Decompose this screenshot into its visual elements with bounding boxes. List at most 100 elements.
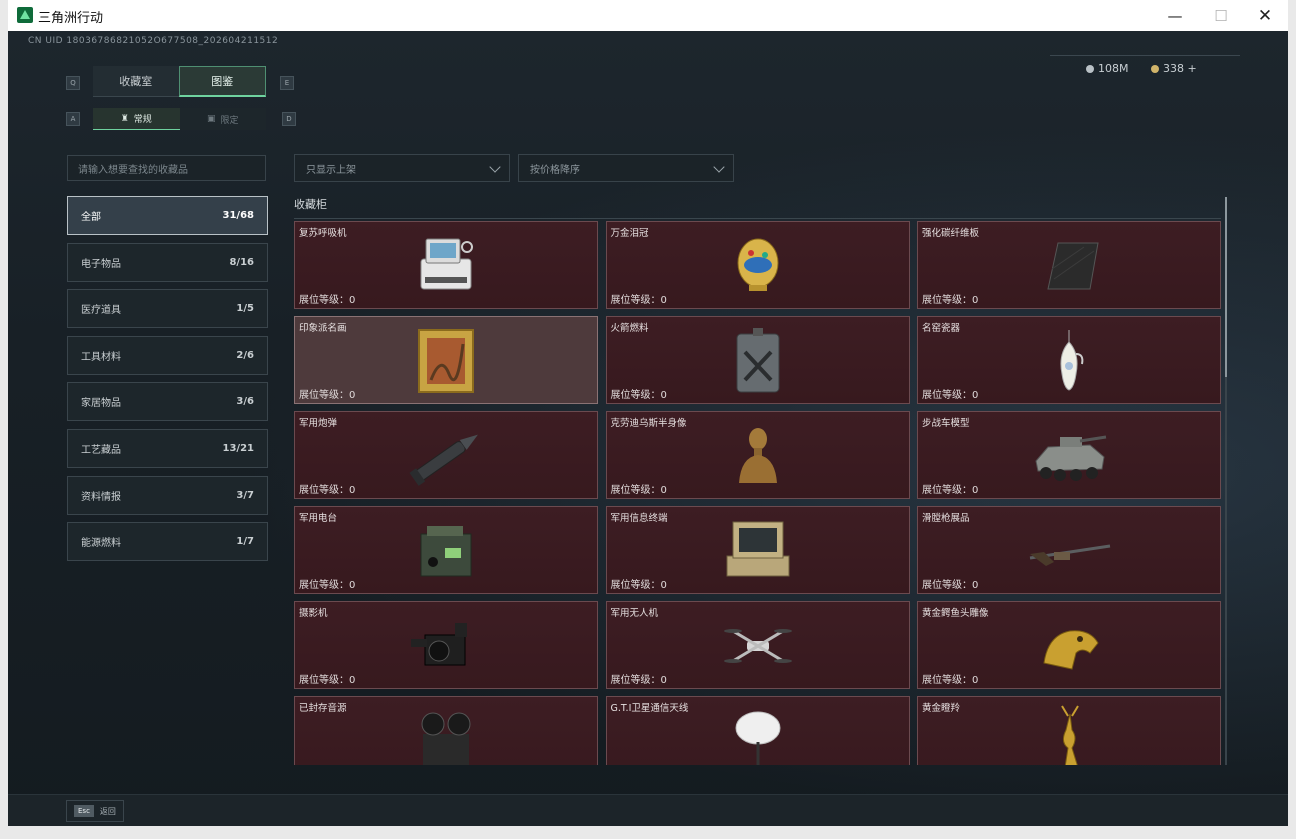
booth-level: 展位等级：0 [299,671,355,686]
tab-regular[interactable]: ♜ 常规 [93,108,180,130]
category-electronics[interactable]: 电子物品 8/16 [67,242,268,282]
section-title: 收藏柜 [294,196,1221,219]
ventilator-icon [401,229,491,301]
category-household[interactable]: 家居物品 3/6 [67,382,268,422]
gold-coin-icon [1151,64,1159,73]
item-name: 军用信息终端 [610,513,668,524]
scroll-thumb[interactable] [1225,197,1227,377]
booth-level: 展位等级：0 [922,481,978,496]
fuel-can-icon [713,324,803,396]
collection-item-card[interactable]: 黄金鳄鱼头雕像 展位等级：0 [917,601,1221,689]
bottom-bar: Esc 返回 [8,794,1288,826]
booth-level-value: 0 [660,295,667,306]
category-label: 家居物品 [81,398,121,410]
collection-item-card[interactable]: 滑膛枪展品 展位等级：0 [917,506,1221,594]
booth-level-value: 0 [660,390,667,401]
collection-item-card[interactable]: 万金泪冠 展位等级：0 [605,221,910,309]
booth-level-label: 展位等级： [610,580,661,591]
item-name: 名窑瓷器 [922,323,961,334]
carbon-plate-icon [1024,229,1114,301]
tab-collection-room[interactable]: 收藏室 [93,66,179,97]
collection-item-card[interactable]: 黄金瞪羚 [917,696,1221,765]
collection-item-card[interactable]: 军用信息终端 展位等级：0 [605,506,910,594]
collection-item-card[interactable]: 复苏呼吸机 展位等级：0 [294,221,598,309]
collection-item-card[interactable]: 步战车模型展位等级：0 [917,411,1221,499]
shelf-filter-dropdown[interactable]: 只显示上架 [294,154,510,182]
category-all[interactable]: 全部 31/68 [67,196,268,235]
booth-level-label: 展位等级： [299,580,349,591]
booth-level: 展位等级：0 [299,291,355,306]
minimize-button[interactable]: — [1152,0,1198,31]
category-crafts[interactable]: 工艺藏品 13/21 [67,428,268,468]
collection-item-card[interactable]: 印象派名画 展位等级：0 [294,316,598,404]
tab-catalog[interactable]: 图鉴 [178,66,266,97]
sub-tabs: ♜ 常规 ▣ 限定 [93,108,266,130]
category-count: 3/6 [236,396,254,408]
item-name: 军用电台 [299,513,338,524]
collection-item-card[interactable]: 强化碳纤维板 展位等级：0 [917,221,1221,309]
radio-icon [401,514,491,586]
booth-level-value: 0 [349,675,356,686]
category-label: 资料情报 [81,491,121,503]
item-name: 黄金瞪羚 [922,703,961,714]
category-label: 电子物品 [81,258,121,270]
booth-level: 展位等级：0 [611,481,667,496]
maximize-button[interactable]: ☐ [1198,0,1244,31]
scrollbar[interactable] [1225,197,1227,765]
collection-item-card[interactable]: 军用炮弹 展位等级：0 [294,411,598,499]
booth-level: 展位等级：0 [611,671,667,686]
category-label: 能源燃料 [81,538,121,550]
booth-level-value: 0 [349,390,356,401]
collection-item-card[interactable]: 军用电台展位等级：0 [294,506,598,594]
collection-item-card[interactable]: 已封存音源 [294,696,598,765]
esc-key-icon: Esc [74,805,94,817]
silver-amount: 108M [1098,62,1129,75]
booth-level-label: 展位等级： [299,295,349,306]
item-name: 步战车模型 [922,418,970,429]
category-intel[interactable]: 资料情报 3/7 [67,475,268,515]
hotkey-q: Q [66,76,80,90]
gold-currency[interactable]: 338 + [1151,62,1197,75]
collection-item-card[interactable]: 克劳迪乌斯半身像 展位等级：0 [605,411,910,499]
booth-level-label: 展位等级： [610,485,661,496]
gold-croc-icon [1024,609,1114,681]
sort-dropdown[interactable]: 按价格降序 [518,154,734,182]
search-input[interactable]: 请输入想要查找的收藏品 [67,155,266,181]
category-label: 全部 [81,212,101,223]
booth-level-value: 0 [349,580,356,591]
hotkey-d: D [282,112,296,126]
gold-gazelle-icon [1024,704,1114,765]
item-name: 强化碳纤维板 [922,228,980,239]
category-count: 8/16 [229,256,254,268]
category-medical[interactable]: 医疗道具 1/5 [67,289,268,329]
drone-icon [713,609,803,681]
category-list: 全部 31/68 电子物品 8/16 医疗道具 1/5 工具材料 2/6 家居物… [67,196,268,569]
booth-level: 展位等级：0 [611,576,667,591]
booth-level-label: 展位等级： [922,675,972,686]
booth-level-value: 0 [972,390,979,401]
player-uid: CN UID 18036786821052O677508_20260421151… [28,36,279,46]
booth-level-value: 0 [660,580,667,591]
tab-limited[interactable]: ▣ 限定 [179,108,266,130]
tab-limited-label: 限定 [220,115,239,126]
collection-item-card[interactable]: 火箭燃料 展位等级：0 [605,316,910,404]
game-viewport: CN UID 18036786821052O677508_20260421151… [8,31,1288,826]
collection-icon: ♜ [120,113,129,124]
collection-item-card[interactable]: 名窑瓷器 展位等级：0 [917,316,1221,404]
close-button[interactable]: ✕ [1242,0,1288,31]
chevron-down-icon [489,161,501,173]
category-fuel[interactable]: 能源燃料 1/7 [67,522,268,562]
collection-item-card[interactable]: 军用无人机 展位等级：0 [605,601,910,689]
booth-level-label: 展位等级： [922,295,972,306]
app-logo-icon [17,7,33,23]
booth-level-label: 展位等级： [299,390,349,401]
back-button[interactable]: Esc 返回 [66,800,124,822]
collection-item-card[interactable]: 摄影机 展位等级：0 [294,601,598,689]
booth-level-value: 0 [972,485,979,496]
category-tools[interactable]: 工具材料 2/6 [67,335,268,375]
collection-item-card[interactable]: G.T.I卫星通信天线 [605,696,910,765]
category-label: 医疗道具 [81,305,121,317]
hotkey-a: A [66,112,80,126]
booth-level: 展位等级：0 [299,386,355,401]
booth-level: 展位等级：0 [299,576,355,591]
